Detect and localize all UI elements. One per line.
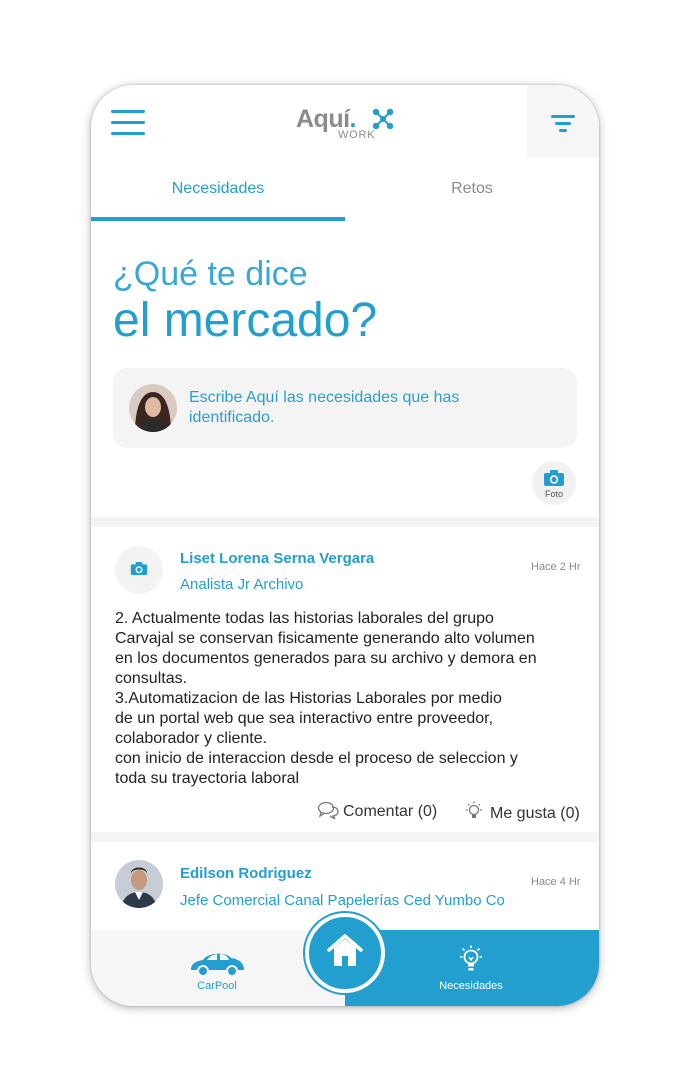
camera-icon [130, 561, 148, 576]
car-icon [191, 953, 244, 977]
menu-icon[interactable] [111, 110, 147, 136]
post-avatar-placeholder [115, 546, 163, 594]
nav-carpool-label: CarPool [197, 980, 237, 992]
filter-icon[interactable] [527, 85, 599, 157]
phone-screen: Aquí. WORK Necesidades Retos ¿Qué te dic… [91, 85, 599, 1006]
post-time: Hace 2 Hr [531, 561, 581, 573]
nav-necesidades-label: Necesidades [439, 980, 503, 992]
home-icon [327, 934, 363, 966]
tab-retos[interactable]: Retos [345, 180, 599, 198]
logo-mark-icon [372, 108, 394, 130]
post-body: 2. Actualmente todas las historias labor… [115, 610, 537, 787]
post-author-role: Analista Jr Archivo [180, 576, 304, 593]
home-button[interactable] [305, 913, 385, 993]
tab-necesidades[interactable]: Necesidades [91, 180, 345, 198]
like-button[interactable]: Me gusta (0) [464, 801, 580, 823]
post-time: Hace 4 Hr [531, 876, 581, 888]
logo-subtitle: WORK [338, 129, 376, 141]
post-author-avatar [115, 860, 163, 908]
nav-necesidades[interactable]: Necesidades [421, 945, 521, 1000]
app-logo: Aquí. WORK [296, 105, 406, 145]
comment-button[interactable]: Comentar (0) [317, 801, 437, 821]
hero-line-2: el mercado? [113, 294, 378, 347]
nav-carpool[interactable]: CarPool [185, 950, 249, 1000]
user-avatar [129, 384, 177, 432]
comment-icon [317, 801, 339, 820]
hero-line-1: ¿Qué te dice [113, 255, 308, 293]
tab-bar: Necesidades Retos [91, 180, 599, 222]
post-author[interactable]: Edilson Rodriguez [180, 865, 312, 882]
post-divider [91, 832, 599, 842]
post-author[interactable]: Liset Lorena Serna Vergara [180, 550, 374, 567]
active-tab-indicator [91, 217, 345, 221]
photo-label: Foto [544, 489, 563, 499]
lightbulb-icon [460, 945, 482, 971]
compose-placeholder: Escribe Aquí las necesidades que has ide… [189, 389, 460, 426]
camera-icon [544, 470, 564, 486]
lightbulb-icon [466, 801, 482, 818]
post-author-role: Jefe Comercial Canal Papelerías Ced Yumb… [180, 892, 505, 909]
compose-box[interactable]: Escribe Aquí las necesidades que has ide… [113, 368, 577, 448]
photo-button[interactable]: Foto [532, 461, 576, 505]
section-divider [91, 517, 599, 527]
